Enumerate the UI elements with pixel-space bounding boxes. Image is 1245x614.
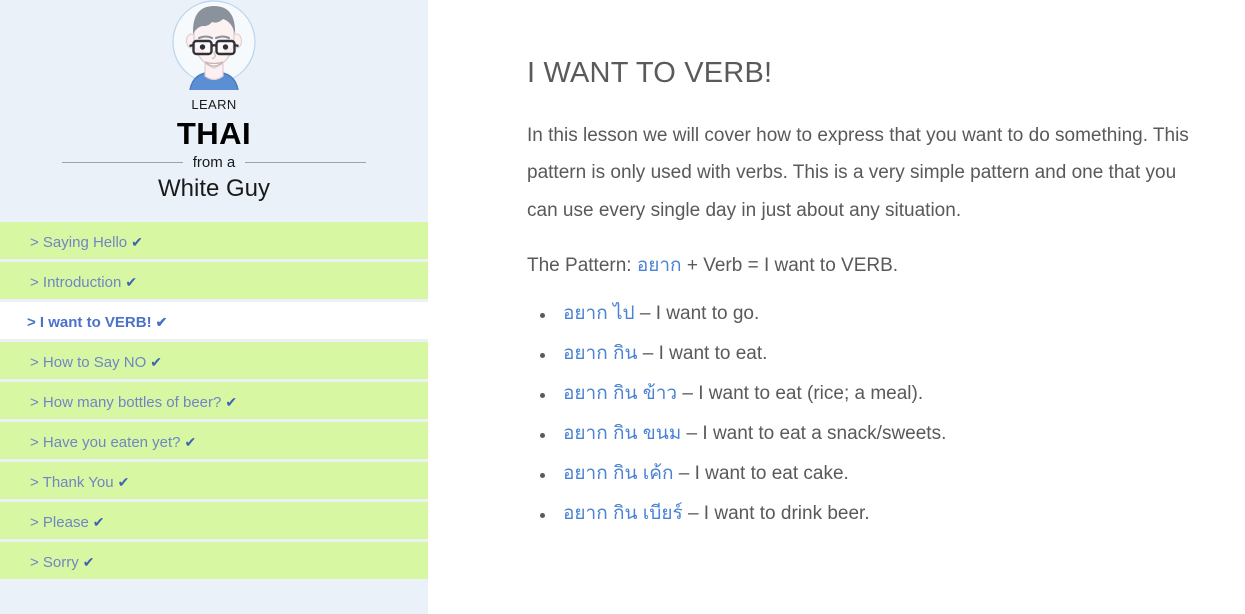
pattern-thai-word: อยาก: [636, 254, 682, 276]
example-translation: – I want to eat (rice; a meal).: [677, 383, 924, 405]
brand-learn-label: LEARN: [191, 97, 237, 112]
sidebar-item-i-want-to-verb[interactable]: > I want to VERB! ✔: [0, 302, 428, 343]
example-translation: – I want to eat a snack/sweets.: [681, 423, 947, 445]
example-translation: – I want to eat cake.: [673, 463, 849, 485]
pattern-suffix: + Verb = I want to VERB.: [681, 254, 899, 276]
list-item: อยาก กิน ข้าว – I want to eat (rice; a m…: [527, 384, 1245, 403]
checkmark-icon: ✔: [92, 514, 105, 531]
example-thai: อยาก กิน ขนม: [563, 423, 682, 445]
divider-left: [62, 162, 183, 164]
sidebar-item-have-you-eaten-yet[interactable]: > Have you eaten yet? ✔: [0, 422, 428, 463]
avatar-illustration: [172, 0, 256, 90]
example-translation: – I want to drink beer.: [682, 503, 870, 525]
site-branding: LEARN THAI from a White Guy: [0, 0, 428, 202]
example-thai: อยาก กิน เค้ก: [563, 463, 674, 485]
checkmark-icon: ✔: [117, 474, 130, 491]
checkmark-icon: ✔: [131, 234, 143, 251]
lesson-content: I WANT TO VERB! In this lesson we will c…: [428, 0, 1245, 614]
lesson-pattern-line: The Pattern: อยาก + Verb = I want to VER…: [527, 252, 1245, 281]
checkmark-icon: ✔: [125, 274, 138, 291]
example-translation: – I want to eat.: [637, 343, 768, 365]
lesson-nav: > Saying Hello ✔ > Introduction ✔ > I want…: [0, 222, 428, 583]
avatar: [0, 0, 428, 90]
checkmark-icon: ✔: [150, 354, 163, 371]
checkmark-icon: ✔: [82, 554, 95, 571]
list-item: อยาก กิน – I want to eat.: [527, 344, 1245, 363]
sidebar-item-thank-you[interactable]: > Thank You ✔: [0, 462, 428, 503]
brand-from-a-label: from a: [192, 154, 236, 172]
nav-label: > Please: [30, 514, 89, 532]
sidebar-item-sorry[interactable]: > Sorry ✔: [0, 542, 428, 583]
sidebar-item-how-to-say-no[interactable]: > How to Say NO ✔: [0, 342, 428, 383]
lesson-intro-paragraph: In this lesson we will cover how to expr…: [527, 124, 1189, 222]
checkmark-icon: ✔: [155, 314, 168, 331]
checkmark-icon: ✔: [225, 394, 238, 411]
nav-label: > I want to VERB!: [27, 314, 152, 332]
list-item: อยาก กิน ขนม – I want to eat a snack/swe…: [527, 424, 1245, 443]
sidebar-item-saying-hello[interactable]: > Saying Hello ✔: [0, 222, 428, 263]
divider-right: [245, 162, 367, 164]
nav-label: > Sorry: [30, 554, 79, 572]
brand-from-a-row: from a: [0, 155, 428, 170]
nav-label: > Saying Hello: [30, 234, 128, 252]
sidebar: LEARN THAI from a White Guy > Saying Hel…: [0, 0, 428, 614]
page-title: I WANT TO VERB!: [527, 57, 773, 89]
nav-label: > Thank You: [30, 474, 114, 492]
nav-label: > Introduction: [30, 274, 122, 292]
list-item: อยาก กิน เค้ก – I want to eat cake.: [527, 464, 1245, 483]
pattern-prefix: The Pattern:: [527, 254, 637, 276]
example-thai: อยาก กิน เบียร์: [563, 503, 683, 525]
sidebar-item-introduction[interactable]: > Introduction ✔: [0, 262, 428, 303]
nav-label: > Have you eaten yet?: [30, 434, 181, 452]
sidebar-item-how-many-bottles-of-beer[interactable]: > How many bottles of beer? ✔: [0, 382, 428, 423]
example-translation: – I want to go.: [634, 303, 760, 325]
nav-label: > How many bottles of beer?: [30, 394, 222, 412]
list-item: อยาก ไป – I want to go.: [527, 304, 1245, 323]
lesson-page: LEARN THAI from a White Guy > Saying Hel…: [0, 0, 1245, 614]
example-thai: อยาก กิน: [563, 343, 638, 365]
example-thai: อยาก ไป: [563, 303, 635, 325]
example-thai: อยาก กิน ข้าว: [563, 383, 678, 405]
brand-author: White Guy: [157, 175, 271, 203]
checkmark-icon: ✔: [184, 434, 197, 451]
list-item: อยาก กิน เบียร์ – I want to drink beer.: [527, 504, 1245, 523]
sidebar-item-please[interactable]: > Please ✔: [0, 502, 428, 543]
nav-label: > How to Say NO: [30, 354, 147, 372]
brand-language: THAI: [176, 116, 252, 151]
example-list: อยาก ไป – I want to go. อยาก กิน – I wan…: [527, 304, 1245, 523]
